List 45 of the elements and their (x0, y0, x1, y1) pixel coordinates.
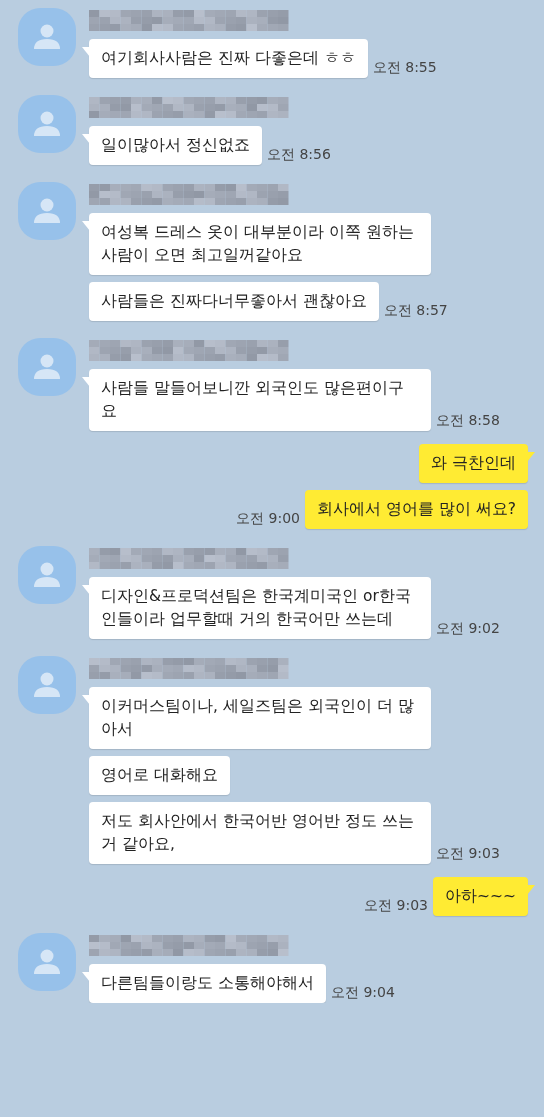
person-icon (32, 24, 62, 50)
profile-avatar[interactable] (18, 546, 76, 604)
message-bubble[interactable]: 영어로 대화해요 (89, 756, 230, 795)
bubble-tail (82, 221, 90, 231)
bubble-tail (527, 885, 535, 895)
bubble-tail (82, 377, 90, 387)
profile-avatar[interactable] (18, 656, 76, 714)
message-bubble[interactable]: 회사에서 영어를 많이 써요? (305, 490, 528, 529)
message-time: 오전 8:58 (436, 412, 500, 430)
message-bubble[interactable]: 아하~~~ (433, 877, 528, 916)
bubble-tail (82, 134, 90, 144)
message-bubble[interactable]: 여성복 드레스 옷이 대부분이라 이쪽 원하는 사람이 오면 최고일꺼같아요 (89, 213, 431, 275)
bubble-tail (82, 695, 90, 705)
message-time: 오전 9:03 (436, 845, 500, 863)
message-bubble[interactable]: 사람들은 진짜다너무좋아서 괜찮아요 (89, 282, 379, 321)
message-bubble[interactable]: 저도 회사안에서 한국어반 영어반 정도 쓰는거 같아요, (89, 802, 431, 864)
message-time: 오전 9:00 (236, 510, 300, 528)
person-icon (32, 354, 62, 380)
bubble-tail (82, 585, 90, 595)
person-icon (32, 198, 62, 224)
person-icon (32, 562, 62, 588)
person-icon (32, 111, 62, 137)
message-time: 오전 8:55 (372, 59, 437, 77)
profile-avatar[interactable] (18, 338, 76, 396)
message-time: 오전 9:02 (436, 620, 500, 638)
person-icon (32, 672, 62, 698)
profile-avatar[interactable] (18, 95, 76, 153)
message-bubble[interactable]: 다른팀들이랑도 소통해야해서 (89, 964, 326, 1003)
message-time: 오전 9:03 (364, 897, 429, 915)
message-bubble[interactable]: 일이많아서 정신없죠 (89, 126, 262, 165)
profile-avatar[interactable] (18, 8, 76, 66)
profile-avatar[interactable] (18, 933, 76, 991)
message-time: 오전 8:56 (266, 146, 331, 164)
person-icon (32, 949, 62, 975)
message-bubble[interactable]: 디자인&프로덕션팀은 한국계미국인 or한국인들이라 업무할때 거의 한국어만 쓰는데 (89, 577, 431, 639)
bubble-tail (82, 972, 90, 982)
message-bubble[interactable]: 이커머스팀이나, 세일즈팀은 외국인이 더 많아서 (89, 687, 431, 749)
message-bubble[interactable]: 여기회사사람은 진짜 다좋은데 ㅎㅎ (89, 39, 368, 78)
message-time: 오전 9:04 (330, 984, 395, 1002)
message-bubble[interactable]: 사람들 말들어보니깐 외국인도 많은편이구요 (89, 369, 431, 431)
message-bubble[interactable]: 와 극찬인데 (419, 444, 528, 483)
profile-avatar[interactable] (18, 182, 76, 240)
bubble-tail (82, 47, 90, 57)
bubble-tail (527, 452, 535, 462)
message-time: 오전 8:57 (383, 302, 448, 320)
